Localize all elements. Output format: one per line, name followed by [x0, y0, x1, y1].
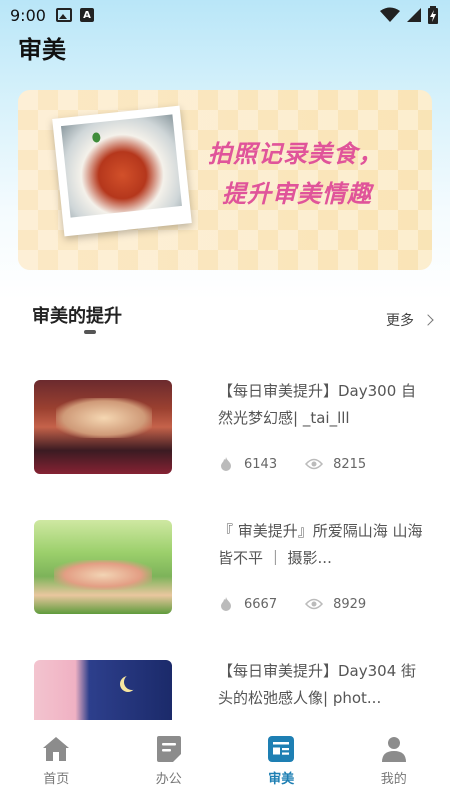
- view-count: 8215: [333, 456, 367, 472]
- article-title: 『 审美提升』所爱隔山海 山海皆不平 ｜ 摄影...: [218, 522, 423, 567]
- like-count: 6143: [244, 456, 278, 472]
- more-link[interactable]: 更多: [386, 310, 434, 330]
- document-icon: [156, 736, 181, 762]
- section-title: 审美的提升: [32, 306, 122, 327]
- banner-line-1: 拍照记录美食，: [208, 139, 383, 168]
- article-thumbnail: [34, 660, 172, 720]
- nav-label: 我的: [380, 772, 407, 787]
- eye-icon: [305, 458, 324, 470]
- nav-item-home[interactable]: 首页: [0, 720, 113, 800]
- article-item[interactable]: 【每日审美提升】Day300 自然光梦幻感| _tai_lll 6143 821…: [34, 380, 434, 480]
- image-icon: [55, 8, 72, 22]
- nav-item-office[interactable]: 办公: [113, 720, 226, 800]
- article-stats: 6143 8215: [218, 456, 366, 472]
- section-header: 审美的提升 更多: [32, 302, 434, 342]
- article-title: 【每日审美提升】Day300 自然光梦幻感| _tai_lll: [218, 382, 417, 427]
- flame-icon: [221, 457, 231, 471]
- section-underline: [84, 330, 96, 334]
- flame-icon: [221, 597, 231, 611]
- page-title: 审美: [18, 36, 66, 64]
- nav-item-aesthetics[interactable]: 审美: [225, 720, 338, 800]
- a-badge-icon: A: [79, 8, 94, 22]
- nav-item-profile[interactable]: 我的: [338, 720, 450, 800]
- like-count: 6667: [244, 596, 278, 612]
- food-photo-image: [60, 114, 182, 218]
- article-stats: 6667 8929: [218, 596, 366, 612]
- article-item[interactable]: 【每日审美提升】Day304 街头的松弛感人像| phot...: [34, 660, 434, 720]
- bottom-nav: 首页 办公 审美 我的: [0, 720, 450, 800]
- battery-charging-icon: [428, 6, 438, 24]
- view-count: 8929: [333, 596, 367, 612]
- status-time: 9:00: [10, 5, 46, 25]
- article-item[interactable]: 『 审美提升』所爱隔山海 山海皆不平 ｜ 摄影... 6667 8929: [34, 520, 434, 620]
- article-icon: [268, 736, 295, 762]
- eye-icon: [305, 598, 324, 610]
- nav-label: 办公: [155, 772, 182, 787]
- home-icon: [43, 737, 70, 761]
- banner-line-2: 提升审美情趣: [222, 179, 372, 208]
- article-thumbnail: [34, 380, 172, 474]
- wifi-icon: [380, 7, 400, 22]
- article-thumbnail: [34, 520, 172, 614]
- banner-slogan: 拍照记录美食， 提升审美情趣: [208, 134, 428, 214]
- food-photo: [52, 105, 192, 237]
- user-icon: [381, 737, 406, 762]
- promo-banner[interactable]: 拍照记录美食， 提升审美情趣: [18, 90, 432, 270]
- signal-icon: [407, 8, 421, 22]
- nav-label: 审美: [268, 772, 295, 787]
- more-label: 更多: [386, 313, 414, 329]
- nav-label: 首页: [43, 772, 70, 787]
- status-bar: 9:00 A: [0, 0, 450, 30]
- article-title: 【每日审美提升】Day304 街头的松弛感人像| phot...: [218, 662, 417, 707]
- chevron-right-icon: [422, 314, 434, 326]
- status-indicators: [380, 6, 438, 24]
